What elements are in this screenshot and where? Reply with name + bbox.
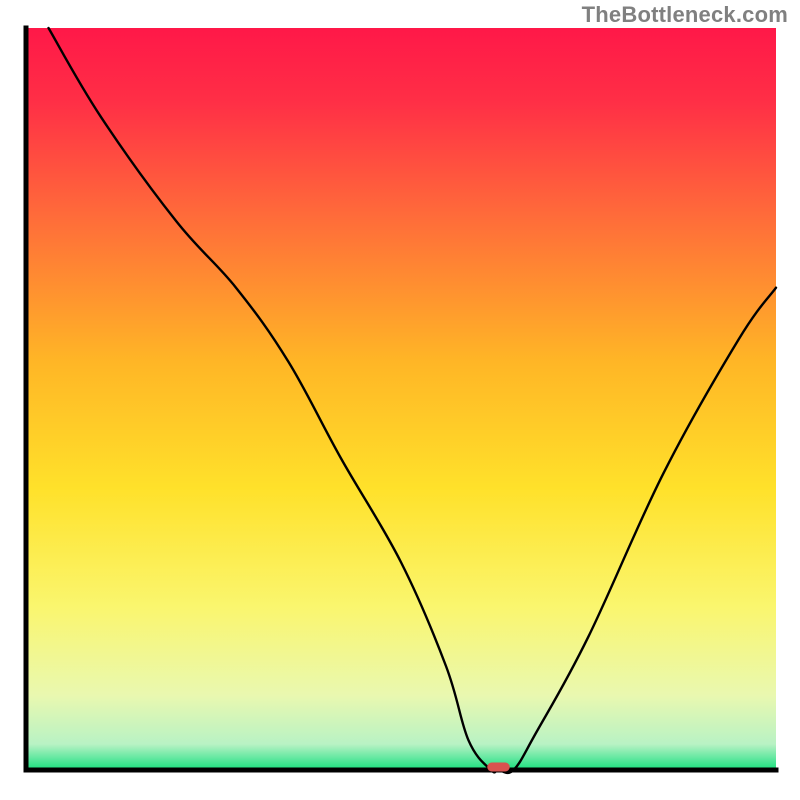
chart-stage: TheBottleneck.com: [0, 0, 800, 800]
optimal-marker: [487, 763, 510, 772]
bottleneck-chart: [0, 0, 800, 800]
gradient-background: [26, 28, 776, 770]
watermark-text: TheBottleneck.com: [582, 2, 788, 28]
